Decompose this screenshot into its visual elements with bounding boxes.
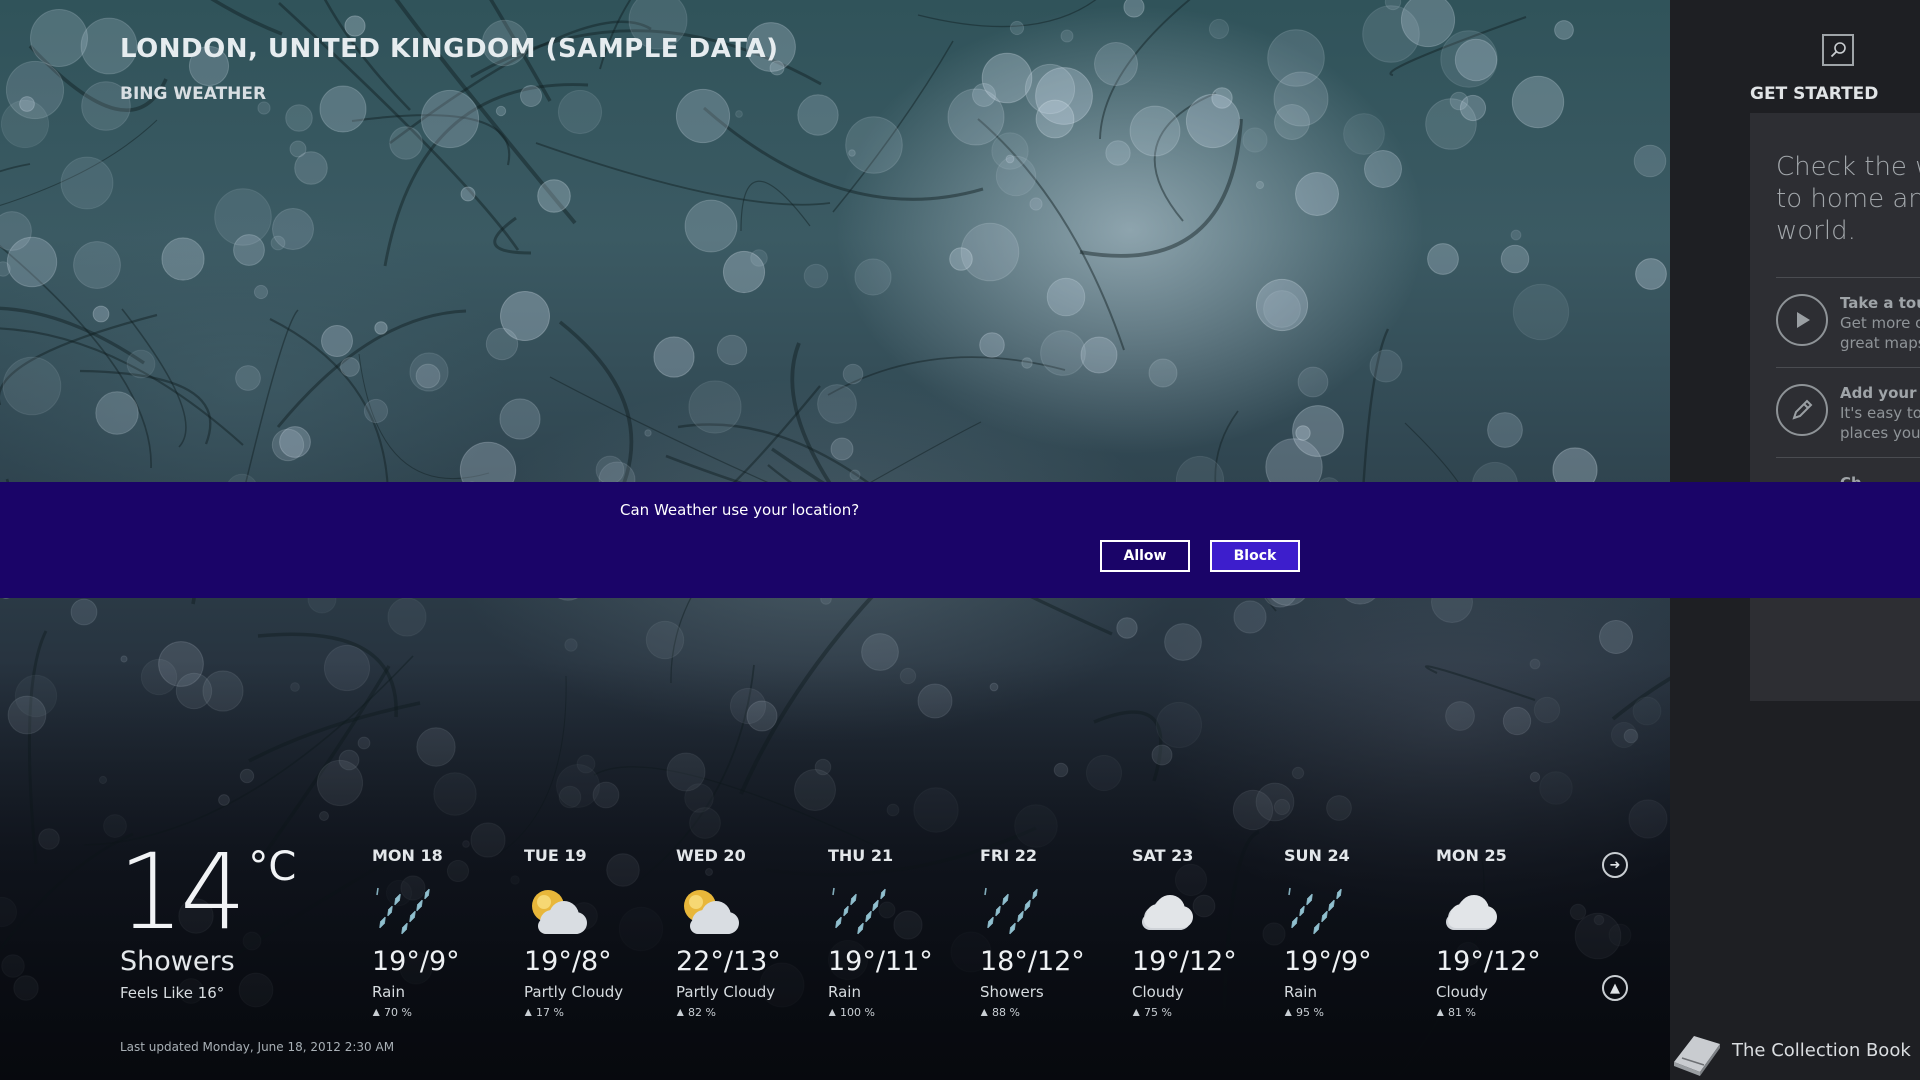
item-description: It's easy to f [1840, 404, 1920, 422]
location-permission-bar: Can Weather use your location? Allow Blo… [0, 482, 1920, 598]
pencil-icon [1776, 384, 1828, 436]
forecast-day-name: MON 18 [372, 846, 443, 865]
forecast-temps: 19°/8° [524, 946, 612, 977]
rain-icon [828, 884, 892, 940]
forecast-temps: 19°/9° [1284, 946, 1372, 977]
forecast-day[interactable]: THU 21 19°/11° Rain ▲ 100 % [828, 846, 980, 1016]
allow-button[interactable]: Allow [1100, 540, 1190, 572]
forecast-condition: Rain [828, 983, 861, 1001]
forecast-day-name: WED 20 [676, 846, 746, 865]
current-conditions: 14 °C Showers Feels Like 16° [118, 840, 358, 1002]
collection-book-label: The Collection Book [1732, 1039, 1911, 1061]
forecast-condition: Rain [372, 983, 405, 1001]
forecast-day[interactable]: SUN 24 19°/9° Rain ▲ 95 % [1284, 846, 1436, 1016]
forecast-precip: ▲ 95 % [1284, 1006, 1324, 1016]
location-title[interactable]: LONDON, UNITED KINGDOM (SAMPLE DATA) [120, 34, 779, 64]
scroll-up-button[interactable]: ▲ [1602, 975, 1628, 1001]
current-condition: Showers [120, 946, 235, 977]
partly-cloudy-icon [676, 884, 740, 940]
forecast-day[interactable]: MON 18 19°/9° Rain ▲ 70 % [372, 846, 524, 1016]
app-name: BING WEATHER [120, 84, 267, 104]
book-icon [1674, 1036, 1720, 1076]
arrow-right-icon: ➜ [1609, 857, 1621, 873]
forecast-day[interactable]: SAT 23 19°/12° Cloudy ▲ 75 % [1132, 846, 1284, 1016]
forecast-temps: 19°/9° [372, 946, 460, 977]
temperature-unit[interactable]: °C [248, 844, 296, 890]
forecast-precip: ▲ 82 % [676, 1006, 716, 1016]
last-updated: Last updated Monday, June 18, 2012 2:30 … [120, 1040, 395, 1054]
cloudy-icon [1132, 884, 1196, 940]
add-favorites-item[interactable]: Add your fa It's easy to f places you c [1776, 367, 1920, 457]
item-description: Get more ou [1840, 314, 1920, 332]
showers-icon [980, 884, 1044, 940]
current-temperature-row: 14 °C [118, 840, 358, 944]
next-arrow-button[interactable]: ➜ [1602, 852, 1628, 878]
weather-app: LONDON, UNITED KINGDOM (SAMPLE DATA) BIN… [0, 0, 1920, 1080]
forecast-day[interactable]: MON 25 19°/12° Cloudy ▲ 81 % [1436, 846, 1588, 1016]
current-temperature: 14 [118, 831, 246, 953]
forecast-precip: ▲ 17 % [524, 1006, 564, 1016]
forecast-day-name: SUN 24 [1284, 846, 1350, 865]
collection-book-link[interactable]: The Collection Book [1670, 1030, 1920, 1076]
block-button[interactable]: Block [1210, 540, 1300, 572]
forecast-condition: Rain [1284, 983, 1317, 1001]
forecast-condition: Cloudy [1132, 983, 1184, 1001]
forecast-precip: ▲ 75 % [1132, 1006, 1172, 1016]
forecast-precip: ▲ 81 % [1436, 1006, 1476, 1016]
forecast-temps: 19°/12° [1132, 946, 1237, 977]
forecast-temps: 22°/13° [676, 946, 781, 977]
forecast-day[interactable]: TUE 19 19°/8° Partly Cloudy ▲ 17 % [524, 846, 676, 1016]
play-icon [1776, 294, 1828, 346]
forecast-precip: ▲ 88 % [980, 1006, 1020, 1016]
item-description: great maps [1840, 334, 1920, 352]
forecast-temps: 19°/11° [828, 946, 933, 977]
triangle-up-icon: ▲ [1610, 980, 1620, 996]
forecast-day-name: SAT 23 [1132, 846, 1194, 865]
forecast-day-name: MON 25 [1436, 846, 1507, 865]
side-panel-headline: Check the w to home and world. [1776, 152, 1920, 246]
daily-forecast: MON 18 19°/9° Rain ▲ 70 % TUE 19 19°/8° … [372, 846, 1588, 1016]
forecast-condition: Cloudy [1436, 983, 1488, 1001]
item-title: Add your fa [1840, 384, 1920, 402]
search-button[interactable] [1822, 34, 1854, 66]
partly-cloudy-icon [524, 884, 588, 940]
forecast-temps: 18°/12° [980, 946, 1085, 977]
forecast-condition: Partly Cloudy [524, 983, 624, 1001]
forecast-condition: Partly Cloudy [676, 983, 776, 1001]
forecast-condition: Showers [980, 983, 1044, 1001]
take-tour-item[interactable]: Take a tour Get more ou great maps [1776, 277, 1920, 367]
forecast-precip: ▲ 70 % [372, 1006, 412, 1016]
forecast-day-name: THU 21 [828, 846, 894, 865]
forecast-day[interactable]: WED 20 22°/13° Partly Cloudy ▲ 82 % [676, 846, 828, 1016]
rain-icon [372, 884, 436, 940]
feels-like: Feels Like 16° [120, 984, 225, 1002]
forecast-precip: ▲ 100 % [828, 1006, 875, 1016]
forecast-day[interactable]: FRI 22 18°/12° Showers ▲ 88 % [980, 846, 1132, 1016]
cloudy-icon [1436, 884, 1500, 940]
forecast-day-name: FRI 22 [980, 846, 1038, 865]
rain-icon [1284, 884, 1348, 940]
get-started-card: Check the w to home and world. Take a to… [1750, 113, 1920, 701]
search-icon [1830, 42, 1846, 58]
permission-question: Can Weather use your location? [620, 501, 860, 519]
item-title: Take a tour [1840, 294, 1920, 312]
forecast-temps: 19°/12° [1436, 946, 1541, 977]
forecast-day-name: TUE 19 [524, 846, 587, 865]
item-description: places you c [1840, 424, 1920, 442]
side-panel-title: GET STARTED [1750, 84, 1879, 104]
